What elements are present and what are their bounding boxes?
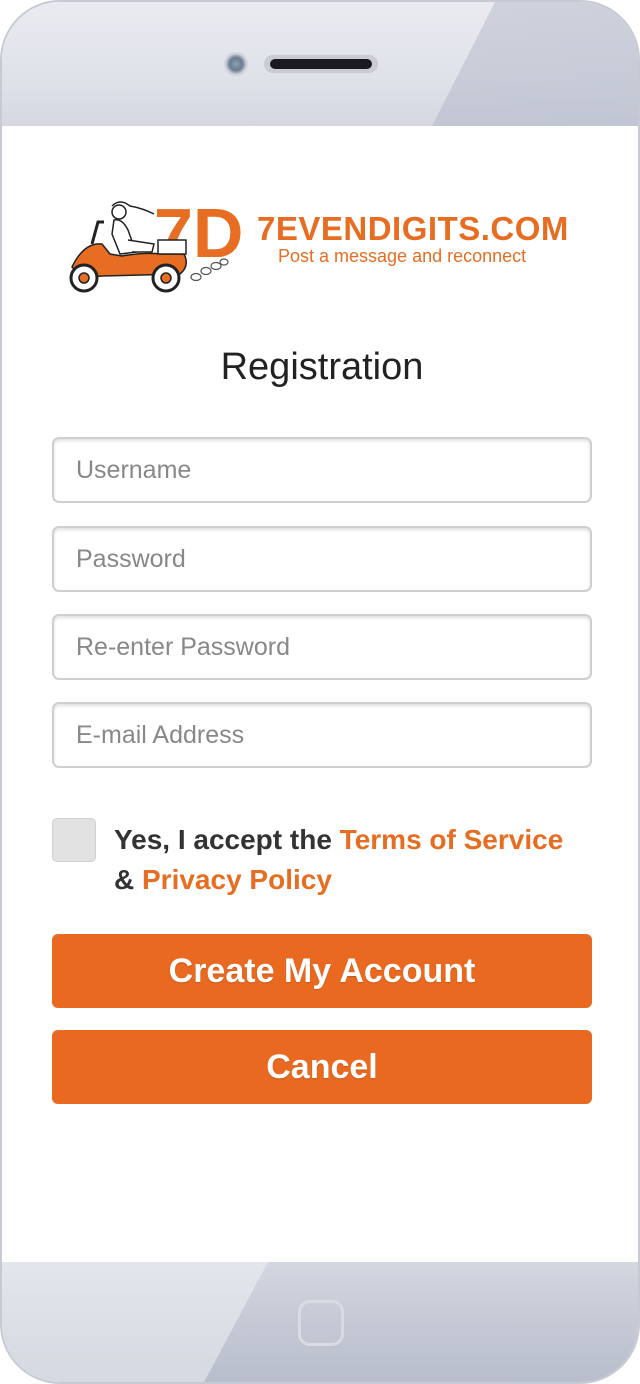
camera-icon [226, 54, 246, 74]
reenter-password-field[interactable] [52, 614, 592, 680]
password-input[interactable] [74, 543, 590, 575]
terms-prefix: Yes, I accept the [114, 824, 340, 855]
accept-terms-checkbox[interactable] [52, 818, 96, 862]
email-field[interactable] [52, 702, 592, 768]
brand-tagline: Post a message and reconnect [278, 246, 527, 266]
reenter-password-input[interactable] [74, 631, 590, 663]
home-button-icon[interactable] [298, 1300, 344, 1346]
email-input[interactable] [74, 719, 590, 751]
page-title: Registration [220, 346, 424, 388]
username-field[interactable] [52, 437, 592, 503]
create-account-button[interactable]: Create My Account [52, 934, 592, 1008]
terms-of-service-link[interactable]: Terms of Service [340, 824, 564, 855]
terms-ampersand: & [114, 864, 142, 895]
top-bezel [2, 2, 638, 126]
brand-name: 7EVENDIGITS.COM [257, 210, 569, 247]
scooter-logo-icon: 7D [69, 194, 243, 293]
brand-logo: 7D 7EVENDIGITS.COM Post a message and re… [62, 182, 592, 302]
terms-text: Yes, I accept the Terms of Service & Pri… [114, 820, 614, 900]
phone-frame: 7D 7EVENDIGITS.COM Post a message and re… [0, 0, 640, 1384]
speaker-icon [264, 55, 378, 73]
cancel-button[interactable]: Cancel [52, 1030, 592, 1104]
username-input[interactable] [74, 454, 590, 486]
password-field[interactable] [52, 526, 592, 592]
privacy-policy-link[interactable]: Privacy Policy [142, 864, 332, 895]
